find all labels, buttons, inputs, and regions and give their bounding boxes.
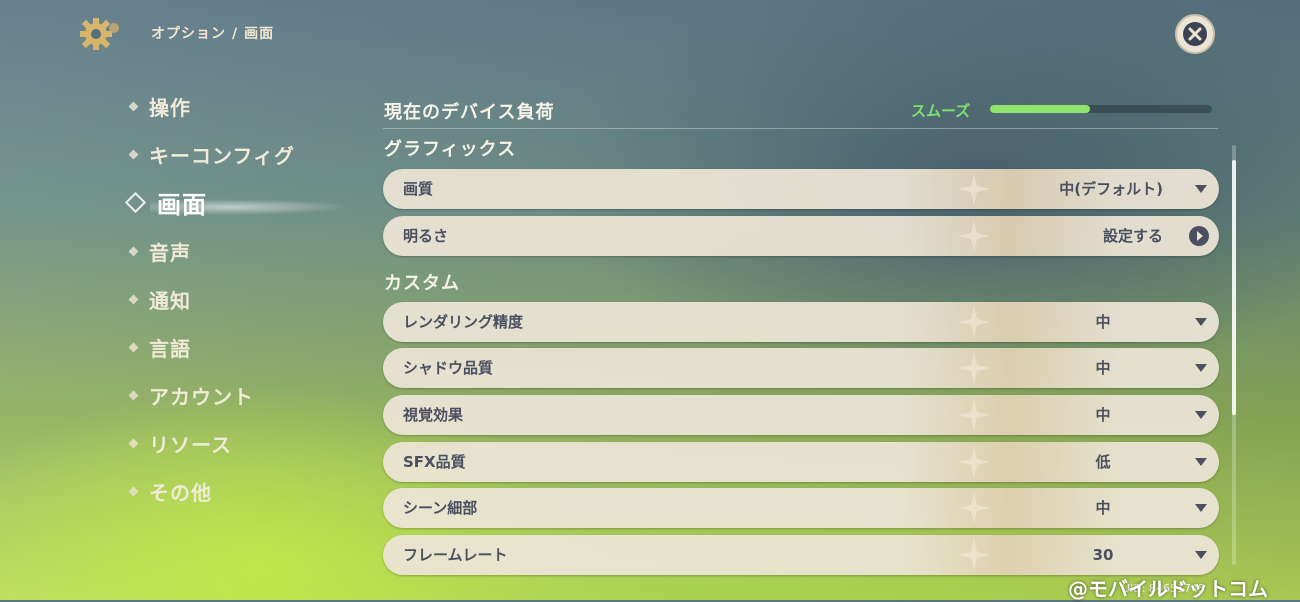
shadow-quality-dropdown[interactable]: シャドウ品質 中 (383, 348, 1219, 388)
sidebar-item-label: キーコンフィグ (149, 143, 295, 168)
breadcrumb-page: 画面 (244, 26, 275, 42)
sidebar-item-label: 画面 (157, 190, 207, 219)
bullet-icon (128, 342, 139, 352)
bullet-icon (128, 149, 139, 159)
sidebar-item-account[interactable]: アカウント (128, 380, 254, 410)
sidebar-item-resources[interactable]: リソース (128, 428, 232, 458)
sparkle-icon (958, 352, 990, 384)
setting-value: 30 (1092, 546, 1114, 564)
sidebar-item-display[interactable]: 画面 (124, 187, 207, 219)
breadcrumb-section[interactable]: オプション (151, 26, 226, 42)
bullet-icon (128, 390, 139, 400)
sidebar-item-label: アカウント (149, 384, 254, 409)
sidebar-item-label: 操作 (149, 95, 191, 120)
bullet-icon (128, 246, 139, 256)
frame-rate-dropdown[interactable]: フレームレート 30 (383, 535, 1219, 575)
setting-label: 明るさ (403, 227, 449, 245)
breadcrumb-separator: / (232, 26, 239, 42)
sparkle-icon (958, 306, 990, 338)
divider (383, 128, 1218, 129)
breadcrumb: オプション / 画面 (151, 23, 274, 43)
setting-label: シーン細部 (403, 499, 478, 517)
sidebar-item-label: リソース (149, 432, 232, 457)
scrollbar-thumb[interactable] (1232, 160, 1236, 415)
setting-label: シャドウ品質 (403, 359, 494, 377)
chevron-down-icon (1195, 318, 1207, 326)
arrow-right-icon (1189, 226, 1209, 246)
sidebar-item-label: その他 (149, 480, 212, 505)
setting-value: 中(デフォルト) (1059, 180, 1163, 198)
setting-label: 視覚効果 (403, 406, 464, 424)
watermark: @モバイルドットコム (1068, 577, 1268, 601)
sidebar-item-other[interactable]: その他 (128, 476, 212, 506)
chevron-down-icon (1195, 458, 1207, 466)
setting-value: 低 (1095, 453, 1111, 471)
close-button[interactable] (1175, 14, 1215, 54)
bullet-icon (128, 101, 139, 111)
device-load-title: 現在のデバイス負荷 (384, 102, 555, 123)
sidebar-item-label: 通知 (149, 288, 191, 313)
sidebar-item-label: 音声 (149, 240, 191, 265)
device-load-status: スムーズ (911, 102, 971, 120)
setting-label: SFX品質 (403, 453, 466, 471)
chevron-down-icon (1195, 364, 1207, 372)
setting-label: レンダリング精度 (403, 313, 524, 331)
chevron-down-icon (1195, 504, 1207, 512)
sidebar-item-controls[interactable]: 操作 (128, 91, 191, 121)
device-load-bar (990, 105, 1212, 113)
sidebar-item-key-config[interactable]: キーコンフィグ (128, 139, 295, 169)
sparkle-icon (958, 399, 990, 431)
chevron-down-icon (1195, 411, 1207, 419)
chevron-down-icon (1195, 185, 1207, 193)
sfx-quality-dropdown[interactable]: SFX品質 低 (383, 442, 1219, 482)
visual-effects-dropdown[interactable]: 視覚効果 中 (383, 395, 1219, 435)
setting-label: フレームレート (403, 546, 508, 564)
sparkle-icon (958, 492, 990, 524)
sparkle-icon (958, 539, 990, 571)
sparkle-icon (958, 446, 990, 478)
quality-dropdown[interactable]: 画質 中(デフォルト) (383, 169, 1219, 209)
bullet-icon (128, 294, 139, 304)
sparkle-icon (958, 220, 990, 252)
sparkle-icon (958, 173, 990, 205)
setting-value: 中 (1095, 499, 1111, 517)
close-icon (1183, 22, 1207, 46)
gear-icon (80, 18, 119, 50)
setting-value: 設定する (1102, 227, 1163, 245)
sidebar-item-notifications[interactable]: 通知 (128, 284, 191, 314)
scene-detail-dropdown[interactable]: シーン細部 中 (383, 488, 1219, 528)
sidebar-item-language[interactable]: 言語 (128, 332, 191, 362)
render-resolution-dropdown[interactable]: レンダリング精度 中 (383, 302, 1219, 342)
bullet-icon (128, 486, 139, 496)
custom-section-title: カスタム (384, 273, 460, 294)
setting-value: 中 (1095, 406, 1111, 424)
bullet-icon (128, 438, 139, 448)
setting-value: 中 (1095, 359, 1111, 377)
setting-label: 画質 (403, 180, 434, 198)
sidebar-item-label: 言語 (149, 336, 191, 361)
brightness-row[interactable]: 明るさ 設定する (383, 216, 1219, 256)
sidebar-item-audio[interactable]: 音声 (128, 236, 191, 266)
chevron-down-icon (1195, 551, 1207, 559)
device-load-fill (990, 105, 1090, 113)
setting-value: 中 (1095, 313, 1111, 331)
graphics-section-title: グラフィックス (384, 139, 517, 160)
